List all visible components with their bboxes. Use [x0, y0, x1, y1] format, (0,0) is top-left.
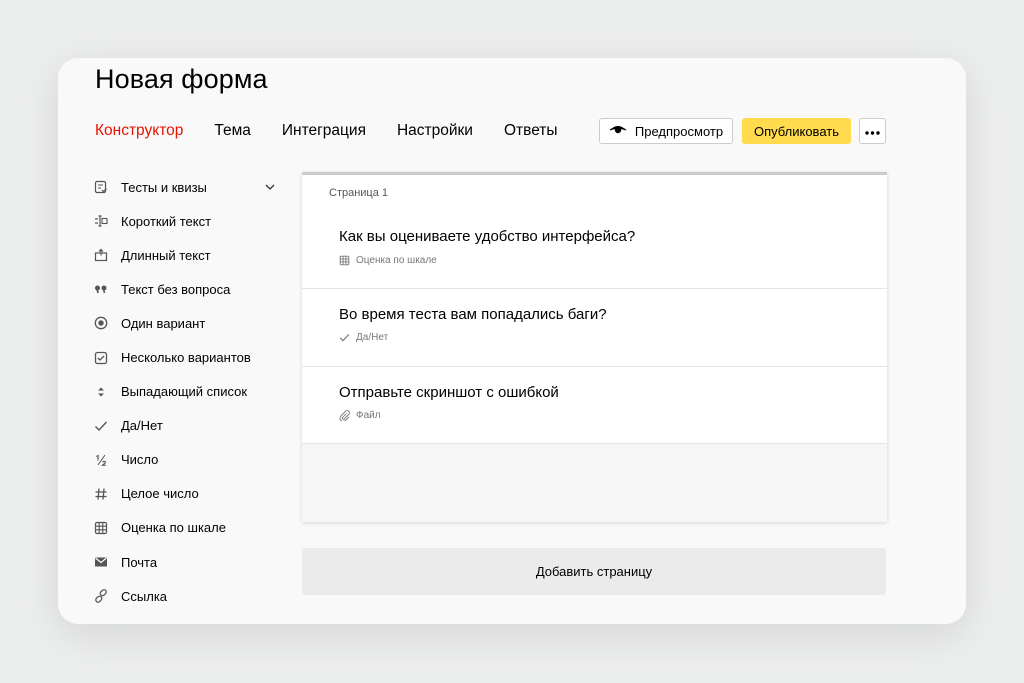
question-item[interactable]: Страница 1 Как вы оцениваете удобство ин…	[302, 175, 887, 289]
question-type-label: Оценка по шкале	[356, 255, 437, 266]
question-type: Оценка по шкале	[339, 255, 437, 266]
link-icon	[94, 589, 108, 603]
field-type-sidebar: Тесты и квизы Короткий текст Длинный тек…	[94, 170, 284, 613]
page-title: Новая форма	[95, 64, 268, 94]
sidebar-item-label: Один вариант	[121, 315, 206, 331]
more-button[interactable]	[859, 118, 886, 144]
sidebar-item-single-choice[interactable]: Один вариант	[94, 306, 284, 340]
sidebar-item-label: Длинный текст	[121, 247, 211, 263]
sidebar-item-multiple-choice[interactable]: Несколько вариантов	[94, 340, 284, 374]
page-label: Страница 1	[329, 187, 389, 199]
check-icon	[339, 333, 350, 342]
sidebar-item-label: Текст без вопроса	[121, 281, 231, 297]
sidebar-item-email[interactable]: Почта	[94, 545, 284, 579]
quote-icon	[94, 282, 108, 296]
radio-icon	[94, 316, 108, 330]
sidebar-item-label: Короткий текст	[121, 213, 212, 229]
grid-icon	[339, 255, 350, 266]
sidebar-item-integer[interactable]: Целое число	[94, 477, 284, 511]
short-text-icon	[94, 214, 108, 228]
preview-button[interactable]: Предпросмотр	[599, 118, 733, 144]
form-editor-window: Новая форма Конструктор Тема Интеграция …	[58, 58, 966, 624]
long-text-icon	[94, 248, 108, 262]
question-item[interactable]: Отправьте скриншот с ошибкой Файл	[302, 366, 887, 444]
sidebar-item-label: Целое число	[121, 486, 199, 502]
sidebar-item-yes-no[interactable]: Да/Нет	[94, 409, 284, 443]
quiz-icon	[94, 180, 108, 194]
sidebar-item-quizzes[interactable]: Тесты и квизы	[94, 170, 284, 204]
sidebar-item-text-no-question[interactable]: Текст без вопроса	[94, 272, 284, 306]
grid-icon	[94, 521, 108, 535]
tab-theme[interactable]: Тема	[214, 122, 251, 140]
tab-answers[interactable]: Ответы	[504, 122, 558, 140]
fraction-icon	[94, 453, 108, 467]
chevron-down-icon[interactable]	[264, 181, 276, 193]
tab-settings[interactable]: Настройки	[397, 122, 473, 140]
sidebar-item-dropdown[interactable]: Выпадающий список	[94, 375, 284, 409]
tab-bar: Конструктор Тема Интеграция Настройки От…	[95, 122, 558, 140]
sidebar-item-label: Число	[121, 452, 159, 468]
sidebar-item-label: Да/Нет	[121, 418, 163, 434]
publish-button[interactable]: Опубликовать	[742, 118, 851, 144]
question-type: Файл	[339, 410, 381, 421]
sidebar-item-label: Тесты и квизы	[121, 179, 207, 195]
question-type-label: Файл	[356, 409, 381, 421]
sidebar-item-short-text[interactable]: Короткий текст	[94, 204, 284, 238]
sidebar-item-label: Оценка по шкале	[121, 520, 226, 536]
check-icon	[94, 419, 108, 433]
sidebar-item-label: Почта	[121, 554, 158, 570]
more-icon	[865, 122, 880, 140]
hash-icon	[94, 487, 108, 501]
tab-constructor[interactable]: Конструктор	[95, 122, 183, 140]
preview-label: Предпросмотр	[634, 123, 724, 139]
dropdown-icon	[94, 385, 108, 399]
eye-icon	[609, 124, 627, 139]
question-item[interactable]: Во время теста вам попадались баги? Да/Н…	[302, 289, 887, 367]
sidebar-item-scale[interactable]: Оценка по шкале	[94, 511, 284, 545]
sidebar-item-link[interactable]: Ссылка	[94, 579, 284, 613]
checkbox-icon	[94, 351, 108, 365]
sidebar-item-label: Выпадающий список	[121, 384, 248, 400]
question-text: Отправьте скриншот с ошибкой	[339, 383, 559, 401]
question-type-label: Да/Нет	[356, 332, 389, 343]
question-text: Во время теста вам попадались баги?	[339, 306, 607, 323]
tab-integration[interactable]: Интеграция	[282, 122, 366, 140]
sidebar-item-label: Ссылка	[121, 588, 168, 604]
question-type: Да/Нет	[339, 332, 388, 343]
question-list: Страница 1 Как вы оцениваете удобство ин…	[302, 175, 887, 444]
sidebar-item-long-text[interactable]: Длинный текст	[94, 238, 284, 272]
question-text: Как вы оцениваете удобство интерфейса?	[339, 228, 636, 245]
sidebar-item-label: Несколько вариантов	[121, 350, 251, 366]
form-page-card: Страница 1 Как вы оцениваете удобство ин…	[302, 172, 887, 522]
paperclip-icon	[339, 409, 350, 421]
add-page-button[interactable]: Добавить страницу	[302, 548, 886, 595]
sidebar-item-number[interactable]: Число	[94, 443, 284, 477]
mail-icon	[94, 555, 108, 569]
